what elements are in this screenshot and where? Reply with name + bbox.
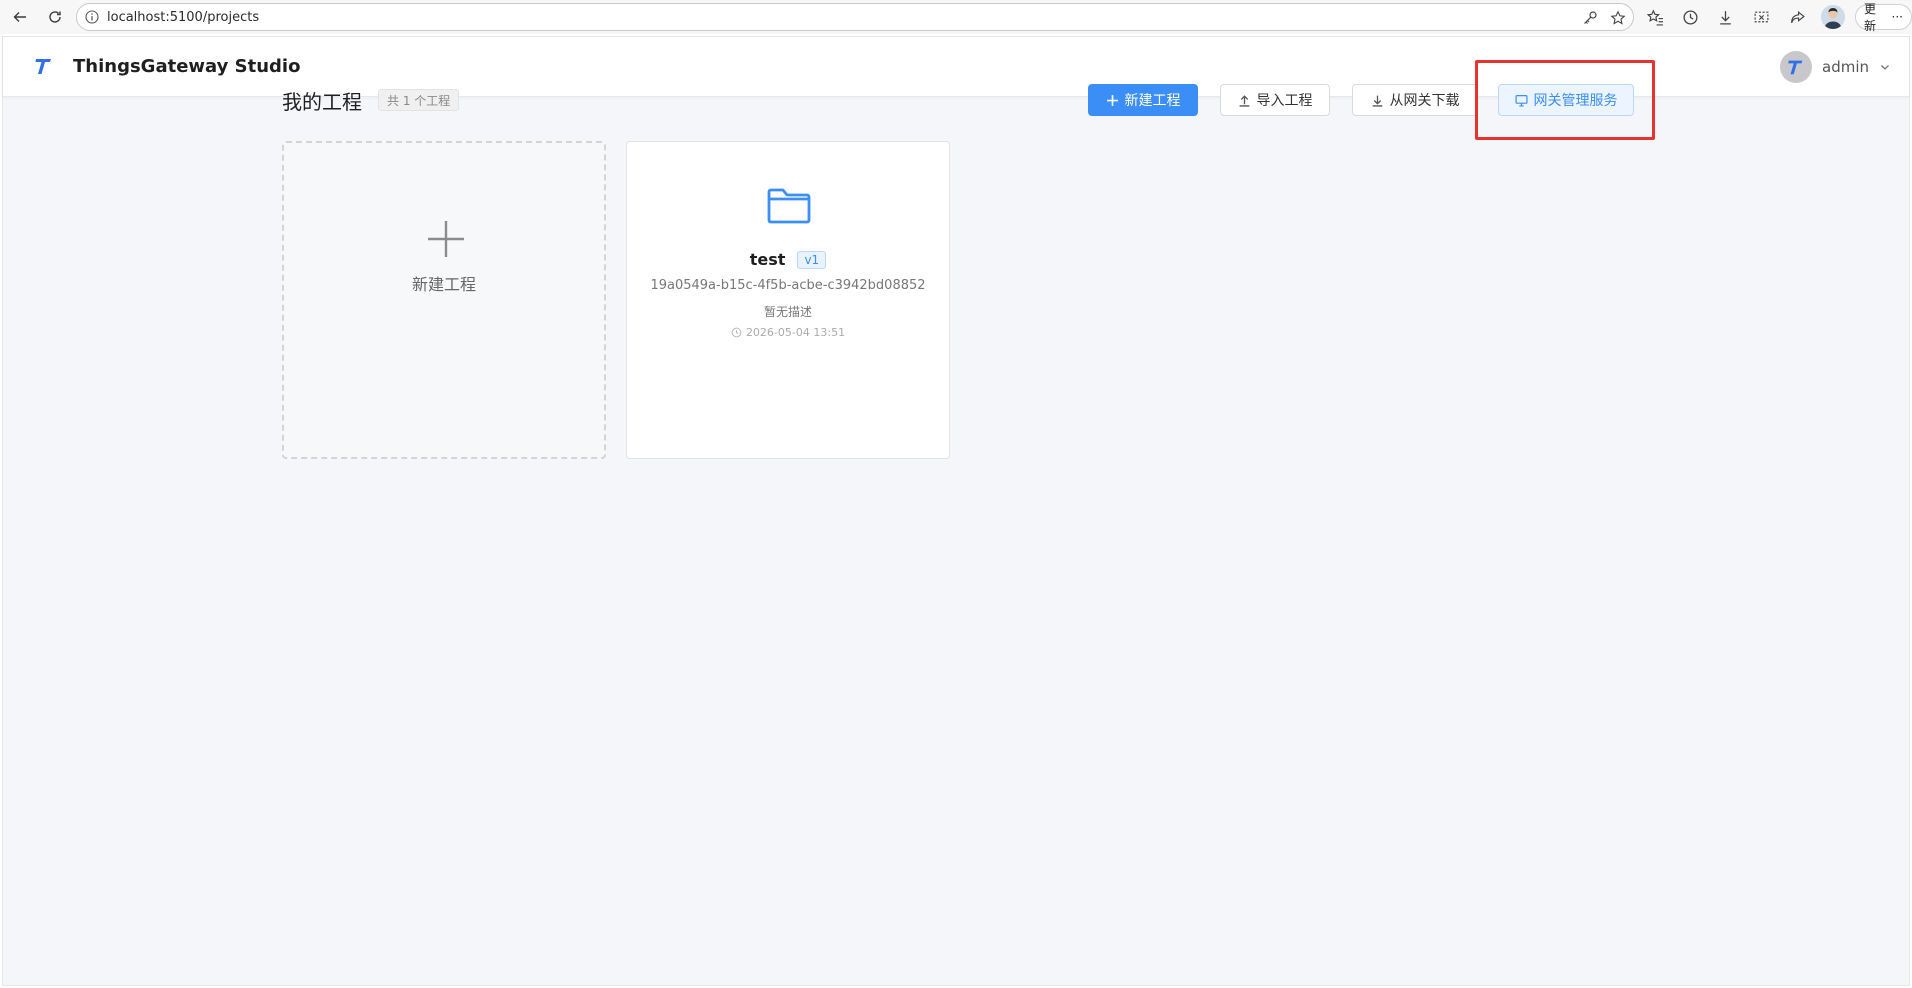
- project-count-badge: 共 1 个工程: [378, 89, 460, 111]
- project-time: 2026-05-04 13:51: [745, 326, 846, 339]
- avatar[interactable]: [1780, 51, 1812, 83]
- version-badge: v1: [797, 250, 827, 269]
- screenshot-icon[interactable]: [1750, 6, 1772, 28]
- download-icon[interactable]: [1714, 6, 1736, 28]
- new-project-button[interactable]: 新建工程: [1088, 84, 1198, 116]
- project-card[interactable]: test v1 19a0549a-b15c-4f5b-acbe-c3942bd0…: [626, 141, 950, 459]
- update-label: 更新: [1864, 2, 1877, 33]
- new-project-label: 新建工程: [1124, 93, 1181, 109]
- key-icon[interactable]: [1581, 9, 1599, 27]
- reload-icon[interactable]: [42, 4, 68, 30]
- new-project-card[interactable]: 新建工程: [282, 141, 606, 459]
- new-project-card-label: 新建工程: [411, 275, 476, 294]
- history-icon[interactable]: [1679, 6, 1701, 28]
- favorite-star-icon[interactable]: [1609, 9, 1627, 27]
- user-name: admin: [1822, 58, 1869, 76]
- clock-icon: [731, 327, 742, 338]
- upload-icon: [1239, 94, 1249, 107]
- project-time-row: 2026-05-04 13:51: [627, 326, 949, 339]
- more-menu-icon[interactable]: ···: [1892, 10, 1903, 24]
- plus-icon: [1106, 94, 1118, 106]
- app-title: ThingsGateway Studio: [73, 56, 301, 77]
- import-project-label: 导入工程: [1256, 93, 1313, 109]
- gateway-service-label: 网关管理服务: [1533, 93, 1618, 109]
- plus-icon: [428, 221, 464, 257]
- browser-update-button[interactable]: 更新 ···: [1855, 2, 1912, 33]
- address-bar[interactable]: localhost:5100/projects: [76, 3, 1634, 31]
- browser-profile-avatar[interactable]: [1821, 5, 1845, 29]
- app-logo-icon[interactable]: [33, 55, 55, 77]
- import-project-button[interactable]: 导入工程: [1220, 84, 1330, 116]
- download-icon: [1372, 95, 1382, 107]
- folder-icon: [767, 188, 811, 224]
- project-name: test: [749, 250, 786, 269]
- share-icon[interactable]: [1786, 6, 1808, 28]
- back-arrow-icon[interactable]: [7, 4, 33, 30]
- url-text: localhost:5100/projects: [107, 9, 260, 25]
- chevron-down-icon[interactable]: [1879, 61, 1891, 73]
- monitor-icon: [1514, 94, 1528, 107]
- download-from-gateway-label: 从网关下载: [1389, 93, 1460, 109]
- download-from-gateway-button[interactable]: 从网关下载: [1352, 84, 1478, 116]
- gateway-service-button[interactable]: 网关管理服务: [1498, 84, 1634, 116]
- favorites-icon[interactable]: [1644, 6, 1666, 28]
- project-name-row: test v1: [627, 250, 949, 269]
- user-menu[interactable]: admin: [1780, 51, 1891, 83]
- project-description: 暂无描述: [763, 305, 812, 319]
- browser-toolbar: localhost:5100/projects 更新 ···: [0, 0, 1912, 34]
- avatar-logo-icon: [1788, 60, 1803, 75]
- project-id: 19a0549a-b15c-4f5b-acbe-c3942bd08852: [650, 278, 926, 293]
- info-icon[interactable]: [85, 10, 99, 24]
- page-title: 我的工程: [282, 90, 362, 114]
